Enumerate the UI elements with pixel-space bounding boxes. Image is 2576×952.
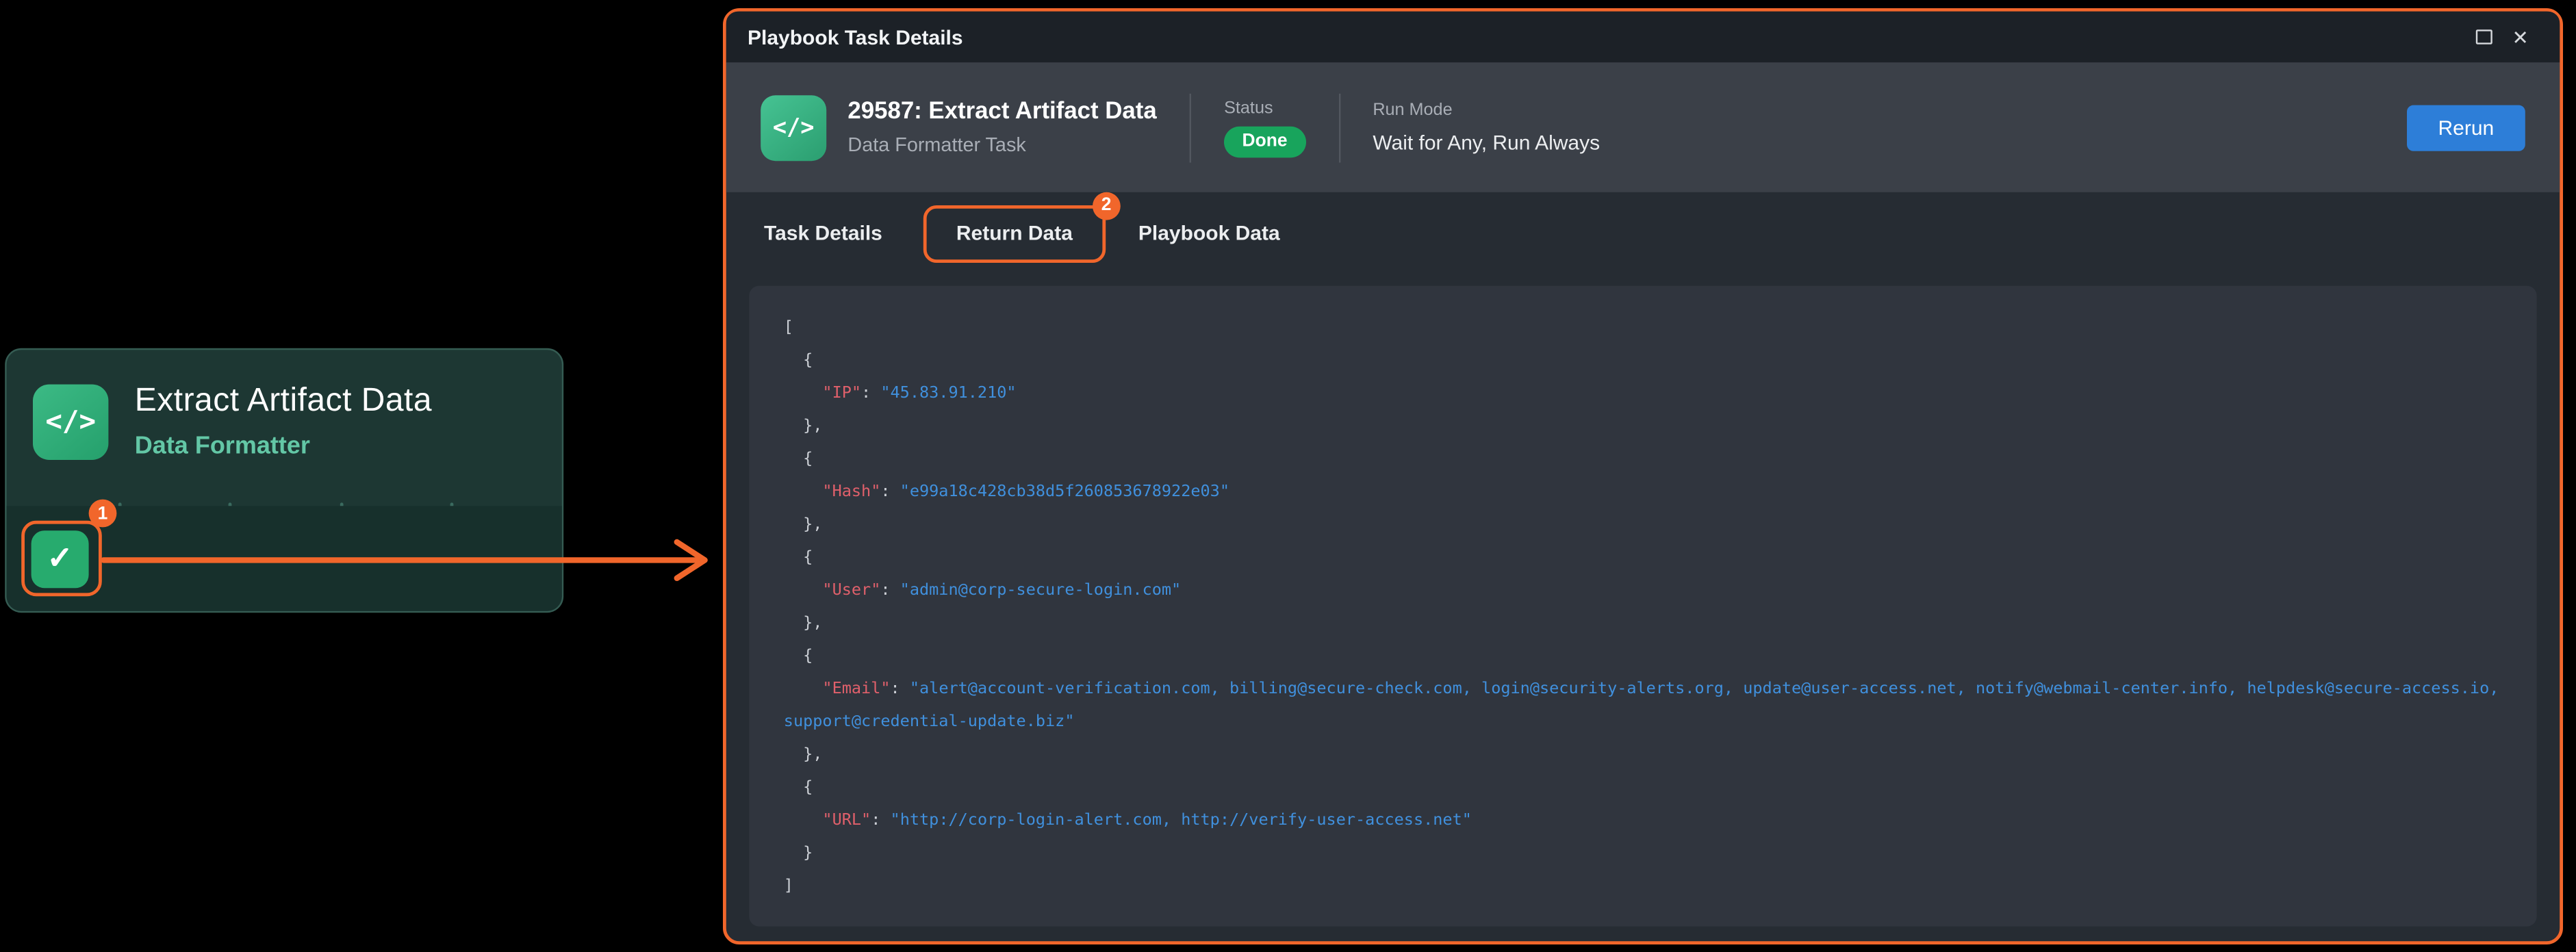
code-icon: </> xyxy=(33,383,108,459)
task-title: 29587: Extract Artifact Data xyxy=(847,99,1156,125)
playbook-task-details-modal: Playbook Task Details ✕ </> 29587: Extra… xyxy=(723,8,2563,944)
rerun-button[interactable]: Rerun xyxy=(2407,104,2525,150)
stage: </> Extract Artifact Data Data Formatter… xyxy=(0,0,2576,952)
node-text: Extract Artifact Data Data Formatter xyxy=(135,383,432,460)
run-mode-value: Wait for Any, Run Always xyxy=(1373,131,1600,155)
tab-task-details[interactable]: Task Details xyxy=(764,221,882,244)
node-head: </> Extract Artifact Data Data Formatter xyxy=(7,350,562,460)
maximize-icon xyxy=(2476,29,2492,44)
code-icon-glyph: </> xyxy=(45,405,96,438)
status-badge: Done xyxy=(1224,126,1305,157)
screen: </> Extract Artifact Data Data Formatter… xyxy=(0,0,2576,952)
close-icon: ✕ xyxy=(2512,27,2529,47)
tab-playbook-data[interactable]: Playbook Data xyxy=(1138,221,1280,244)
tab-bar: Task Details Return Data 2 Playbook Data xyxy=(726,192,2560,273)
checkmark-icon: ✓ xyxy=(47,539,73,577)
json-code: [ { "IP": "45.83.91.210" }, { "Hash": "e… xyxy=(784,312,2502,903)
return-data-panel: [ { "IP": "45.83.91.210" }, { "Hash": "e… xyxy=(749,286,2536,927)
task-heading: 29587: Extract Artifact Data Data Format… xyxy=(847,99,1156,156)
status-label: Status xyxy=(1224,98,1305,118)
run-mode-label: Run Mode xyxy=(1373,100,1600,120)
vertical-divider xyxy=(1338,93,1340,162)
modal-header: Playbook Task Details ✕ xyxy=(726,12,2560,62)
maximize-button[interactable] xyxy=(2466,19,2502,55)
status-block: Status Done xyxy=(1224,98,1305,157)
run-mode-block: Run Mode Wait for Any, Run Always xyxy=(1373,100,1600,154)
modal-title: Playbook Task Details xyxy=(748,25,963,49)
task-summary-band: </> 29587: Extract Artifact Data Data Fo… xyxy=(726,62,2560,192)
code-icon-glyph: </> xyxy=(773,114,815,140)
task-code-icon: </> xyxy=(761,94,826,160)
annotation-arrow xyxy=(95,534,723,587)
task-subtitle: Data Formatter Task xyxy=(847,133,1156,156)
annotation-badge-step2: 2 xyxy=(1093,192,1121,220)
close-button[interactable]: ✕ xyxy=(2502,19,2538,55)
node-title: Extract Artifact Data xyxy=(135,383,432,420)
annotation-badge-step1: 1 xyxy=(89,500,117,528)
modal-content: [ { "IP": "45.83.91.210" }, { "Hash": "e… xyxy=(726,272,2560,946)
node-success-status-button[interactable]: ✓ xyxy=(31,530,89,587)
tab-return-data[interactable]: Return Data 2 xyxy=(956,221,1073,244)
vertical-divider xyxy=(1190,93,1191,162)
tab-return-data-label: Return Data xyxy=(956,221,1073,244)
node-subtitle: Data Formatter xyxy=(135,432,432,460)
